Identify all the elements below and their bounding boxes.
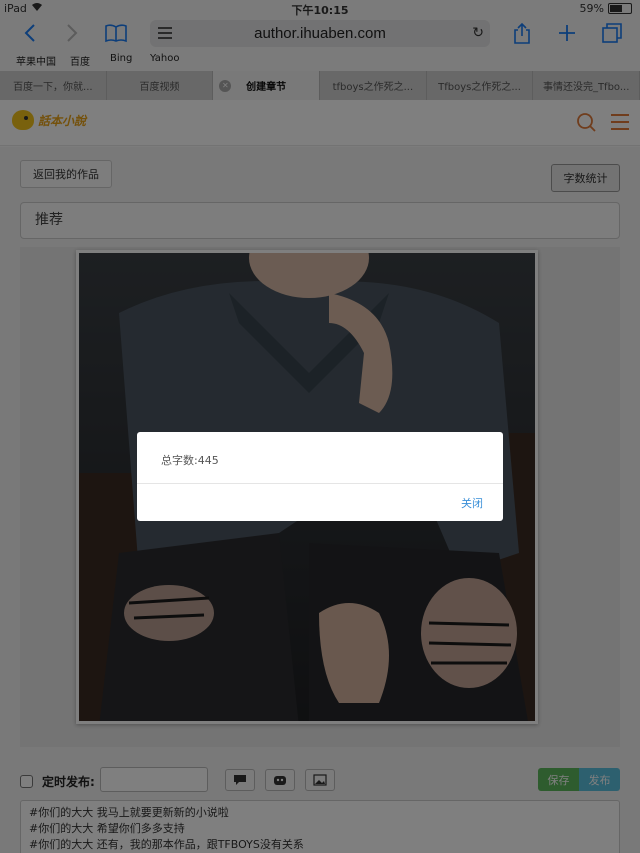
word-count-dialog: 总字数:445 关闭 bbox=[137, 432, 503, 521]
close-dialog-button[interactable]: 关闭 bbox=[461, 495, 483, 511]
dialog-divider bbox=[137, 483, 503, 484]
modal-backdrop[interactable] bbox=[0, 0, 640, 853]
word-count-message: 总字数:445 bbox=[161, 454, 219, 467]
